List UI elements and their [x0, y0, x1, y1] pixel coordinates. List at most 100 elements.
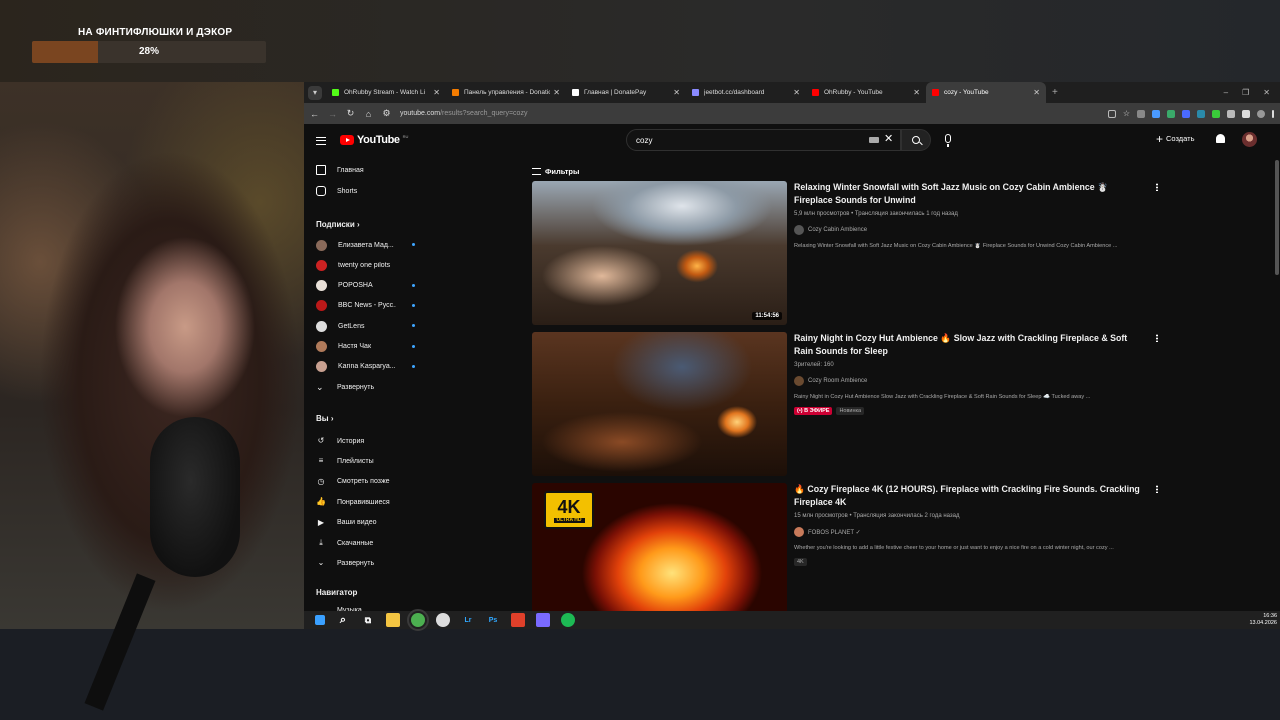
sidebar-item-you[interactable]: ▶ Ваши видео [316, 516, 377, 530]
new-content-dot-icon [412, 283, 415, 287]
more-actions-icon[interactable] [1156, 334, 1158, 342]
back-icon[interactable]: ← [310, 109, 319, 119]
cast-icon[interactable] [1107, 109, 1116, 118]
bookmark-star-icon[interactable]: ☆ [1123, 109, 1130, 118]
youtube-logo[interactable]: YouTube RU [340, 134, 408, 146]
subscription-item[interactable]: POPOSHA [316, 279, 418, 293]
guide-menu-icon[interactable] [316, 137, 326, 145]
video-thumbnail[interactable]: 4K ULTRA HD [532, 483, 787, 627]
extensions-puzzle-icon[interactable] [1227, 109, 1235, 118]
video-thumbnail[interactable] [532, 332, 787, 476]
more-actions-icon[interactable] [1156, 183, 1158, 191]
browser-tab[interactable]: Главная | DonatePay ✕ [566, 82, 686, 103]
keyboard-icon[interactable] [869, 137, 879, 143]
subscription-item[interactable]: Елизавета Мад... [316, 238, 418, 252]
filters-button[interactable]: Фильтры [532, 167, 579, 176]
close-window-icon[interactable]: ✕ [1263, 88, 1270, 97]
search-button[interactable] [901, 129, 931, 151]
task-view-icon[interactable]: ⧉ [361, 613, 375, 627]
site-info-icon[interactable]: ⚙ [382, 108, 391, 119]
video-title[interactable]: 🔥 Cozy Fireplace 4K (12 HOURS). Fireplac… [794, 483, 1144, 509]
create-button[interactable]: + Создать [1156, 133, 1195, 145]
subscriptions-header[interactable]: Подписки › [316, 220, 360, 229]
lightroom-icon[interactable]: Lr [461, 613, 475, 627]
extension-icon[interactable] [1137, 109, 1145, 118]
close-tab-icon[interactable]: ✕ [913, 88, 920, 97]
sidebar-item-you[interactable]: ◷ Смотреть позже [316, 475, 390, 489]
search-icon[interactable]: ⌕ [336, 613, 350, 627]
account-avatar[interactable] [1242, 132, 1257, 147]
menu-icon[interactable] [1272, 109, 1274, 118]
more-actions-icon[interactable] [1156, 485, 1158, 493]
subscription-item[interactable]: twenty one pilots [316, 258, 418, 272]
system-clock[interactable]: 16:36 13.04.2026 [1249, 613, 1277, 627]
forward-icon[interactable]: → [328, 109, 337, 119]
channel-link[interactable]: Cozy Cabin Ambience [794, 225, 1144, 235]
page-scrollbar[interactable] [1275, 160, 1279, 275]
browser-tab[interactable]: Панель управления - Donatio ✕ [446, 82, 566, 103]
spotify-icon[interactable] [561, 613, 575, 627]
sidebar-item-expand-subscriptions[interactable]: ⌄ Развернуть [316, 380, 374, 394]
clock-date: 13.04.2026 [1249, 620, 1277, 626]
close-tab-icon[interactable]: ✕ [1033, 88, 1040, 97]
browser-tab-title: OhRubby - YouTube [824, 89, 883, 96]
app-icon[interactable] [536, 613, 550, 627]
extension-icon[interactable] [1197, 109, 1205, 118]
channel-link[interactable]: FOBOS PLANET ✓ [794, 527, 1144, 537]
home-icon [316, 165, 326, 175]
close-tab-icon[interactable]: ✕ [793, 88, 800, 97]
you-header[interactable]: Вы › [316, 414, 334, 423]
video-result[interactable]: 11:54:56 Relaxing Winter Snowfall with S… [532, 181, 1252, 325]
home-icon[interactable]: ⌂ [364, 109, 373, 119]
obs-icon[interactable] [436, 613, 450, 627]
minimize-icon[interactable]: – [1224, 88, 1228, 97]
voice-search-icon[interactable] [945, 134, 951, 147]
reload-icon[interactable]: ↻ [346, 108, 355, 119]
video-title[interactable]: Rainy Night in Cozy Hut Ambience 🔥 Slow … [794, 332, 1144, 358]
sidebar-item-you[interactable]: ⤓ Скачанные [316, 536, 373, 550]
extension-icon[interactable] [1152, 109, 1160, 118]
new-tab-icon[interactable]: + [1052, 87, 1058, 98]
browser-tab[interactable]: OhRubby - YouTube ✕ [806, 82, 926, 103]
sidebar-item-you[interactable]: ⌄ Развернуть [316, 556, 374, 570]
address-bar[interactable]: youtube.com/results?search_query=cozy [400, 110, 1099, 117]
channel-link[interactable]: Cozy Room Ambience [794, 376, 1144, 386]
browser-tab[interactable]: jeetbot.cc/dashboard ✕ [686, 82, 806, 103]
extension-icon[interactable] [1212, 109, 1220, 118]
4k-ultra-hd-logo: 4K ULTRA HD [544, 491, 594, 529]
video-result[interactable]: Rainy Night in Cozy Hut Ambience 🔥 Slow … [532, 332, 1252, 476]
browser-tab[interactable]: OhRubby Stream - Watch Li ✕ [326, 82, 446, 103]
sidebar-item-you[interactable]: ↺ История [316, 434, 365, 448]
watch-later-icon: ◷ [317, 476, 325, 486]
close-tab-icon[interactable]: ✕ [673, 88, 680, 97]
profile-icon[interactable] [1257, 109, 1265, 118]
subscription-item[interactable]: BBC News - Русс... [316, 299, 418, 313]
tab-search-icon[interactable]: ▾ [308, 85, 322, 100]
extension-icon[interactable] [1167, 109, 1175, 118]
video-title[interactable]: Relaxing Winter Snowfall with Soft Jazz … [794, 181, 1144, 207]
subscription-item[interactable]: Karina Kasparya... [316, 360, 418, 374]
app-icon[interactable] [511, 613, 525, 627]
windows-start-icon[interactable] [315, 615, 325, 625]
video-thumbnail[interactable]: 11:54:56 [532, 181, 787, 325]
photoshop-icon[interactable]: Ps [486, 613, 500, 627]
extension-icon[interactable] [1182, 109, 1190, 118]
sidebar-item-home[interactable]: Главная [316, 163, 364, 177]
restore-icon[interactable]: ❐ [1242, 88, 1249, 97]
video-result[interactable]: 4K ULTRA HD 🔥 Cozy Fireplace 4K (12 HOUR… [532, 483, 1252, 627]
subscription-item[interactable]: Настя Чак [316, 340, 418, 354]
download-icon[interactable] [1242, 109, 1250, 118]
subscription-item[interactable]: GetLens [316, 319, 418, 333]
chrome-icon[interactable] [407, 609, 429, 631]
close-tab-icon[interactable]: ✕ [433, 88, 440, 97]
video-description: Relaxing Winter Snowfall with Soft Jazz … [794, 243, 1118, 249]
search-input[interactable]: cozy [626, 129, 901, 151]
sidebar-item-shorts[interactable]: Shorts [316, 184, 357, 198]
clear-search-icon[interactable]: ✕ [884, 132, 893, 145]
sidebar-item-you[interactable]: ≡ Плейлисты [316, 454, 374, 468]
browser-tab[interactable]: cozy - YouTube ✕ [926, 82, 1046, 103]
sidebar-item-you[interactable]: 👍 Понравившиеся [316, 495, 390, 509]
file-explorer-icon[interactable] [386, 613, 400, 627]
notifications-bell-icon[interactable] [1216, 134, 1225, 143]
close-tab-icon[interactable]: ✕ [553, 88, 560, 97]
